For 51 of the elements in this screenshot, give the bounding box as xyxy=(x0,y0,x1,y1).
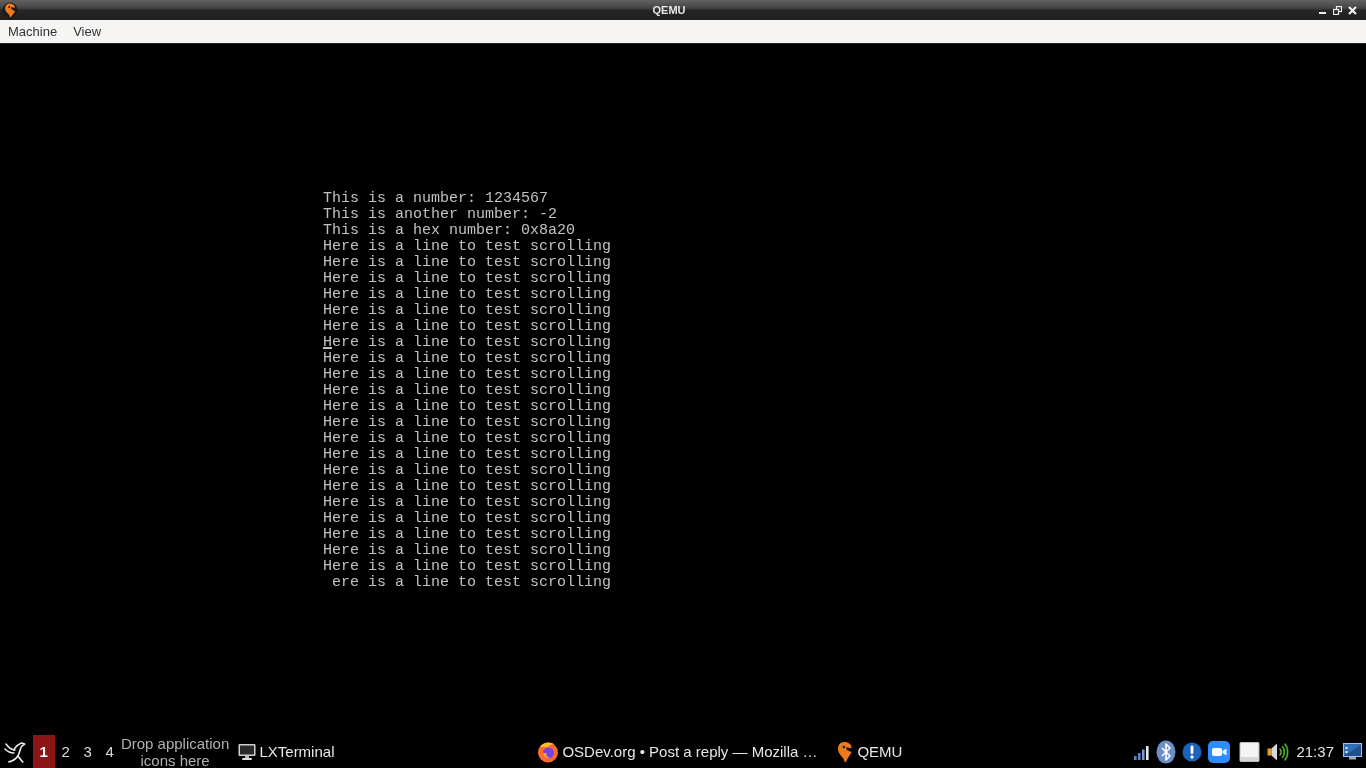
desktop-switch[interactable]: 1 xyxy=(32,735,55,768)
desktop-switch[interactable]: 4 xyxy=(98,735,121,768)
fox-globe-icon xyxy=(537,740,560,763)
console-line: Here is a line to test scrolling xyxy=(323,430,612,447)
bird-icon[interactable] xyxy=(4,739,26,764)
console-line: Here is a line to test scrolling xyxy=(323,494,612,511)
console-line: This is a number: 1234567 xyxy=(323,190,549,207)
monitor-icon xyxy=(238,742,257,761)
screen-icon[interactable] xyxy=(1343,743,1362,760)
console-line: Here is a line to test scrolling xyxy=(323,542,612,559)
task-button[interactable]: LXTerminal xyxy=(236,737,536,766)
task-button[interactable]: QEMU xyxy=(834,737,1134,766)
console-line: Here is a line to test scrolling xyxy=(323,382,612,399)
video-camera-icon[interactable] xyxy=(1208,740,1231,763)
console-line: This is a hex number: 0x8a20 xyxy=(323,222,576,239)
console-line: Here is a line to test scrolling xyxy=(323,270,612,287)
console-line: This is another number: -2 xyxy=(323,206,558,223)
close-icon[interactable] xyxy=(1348,5,1357,15)
signal-bars-icon[interactable] xyxy=(1133,743,1151,760)
window-title: QEMU xyxy=(652,4,686,16)
console-line: Here is a line to test scrolling xyxy=(323,558,612,575)
launcher-hint: Drop application icons here xyxy=(120,734,230,768)
console-line: Here is a line to test scrolling xyxy=(323,446,612,463)
desktop-switch[interactable]: 2 xyxy=(54,735,77,768)
console-line: ere is a line to test scrolling xyxy=(331,574,612,591)
console-line: Here is a line to test scrolling xyxy=(323,414,612,431)
console-line: Here is a line to test scrolling xyxy=(323,510,612,527)
menu-item[interactable]: Machine xyxy=(2,22,64,41)
console-line: Here is a line to test scrolling xyxy=(323,398,612,415)
bluetooth-icon[interactable] xyxy=(1156,739,1177,764)
console-line: Here is a line to test scrolling xyxy=(323,478,612,495)
restore-icon[interactable] xyxy=(1333,5,1342,15)
speaker-icon[interactable] xyxy=(1266,740,1290,763)
console-line: Here is a line to test scrolling xyxy=(323,526,612,543)
console-line: Here is a line to test scrolling xyxy=(323,334,612,351)
console-line: Here is a line to test scrolling xyxy=(323,302,612,319)
menu-item[interactable]: View xyxy=(67,22,108,41)
console-line: Here is a line to test scrolling xyxy=(323,254,612,271)
bird-head-icon xyxy=(836,740,855,763)
task-button[interactable]: OSDev.org • Post a reply — Mozilla … xyxy=(535,737,835,766)
console-line: Here is a line to test scrolling xyxy=(323,366,612,383)
drive-icon[interactable] xyxy=(1239,741,1261,762)
console-line: Here is a line to test scrolling xyxy=(323,318,612,335)
console-line: Here is a line to test scrolling xyxy=(323,286,612,303)
console-line: Here is a line to test scrolling xyxy=(323,462,612,479)
clock[interactable]: 21:37 xyxy=(1296,743,1334,760)
exclamation-icon[interactable] xyxy=(1182,741,1203,762)
console-line: Here is a line to test scrolling xyxy=(323,350,612,367)
desktop-switch[interactable]: 3 xyxy=(76,735,99,768)
console-line: Here is a line to test scrolling xyxy=(323,238,612,255)
bird-head-icon[interactable] xyxy=(2,2,18,18)
